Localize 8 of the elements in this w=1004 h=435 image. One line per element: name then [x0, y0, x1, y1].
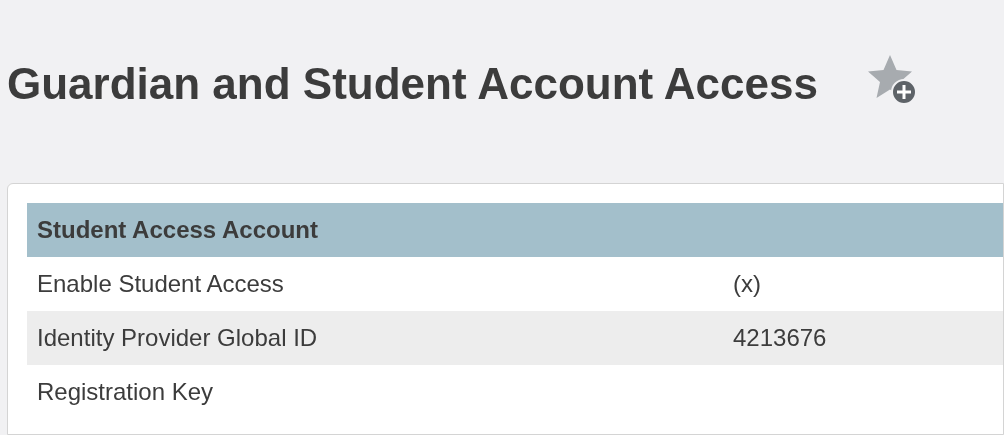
- table-cell-text: (x): [733, 269, 761, 299]
- table-cell-text: Enable Student Access: [37, 269, 285, 299]
- table-cell-text: Registration Key: [37, 377, 215, 407]
- favorite-star-icon[interactable]: [867, 53, 918, 106]
- table-cell-text: 4213676: [733, 323, 827, 353]
- page-title: Guardian and Student Account Access: [7, 57, 818, 110]
- table-cell-text: Identity Provider Global ID: [37, 323, 319, 353]
- table-heading: Student Access Account: [37, 215, 318, 245]
